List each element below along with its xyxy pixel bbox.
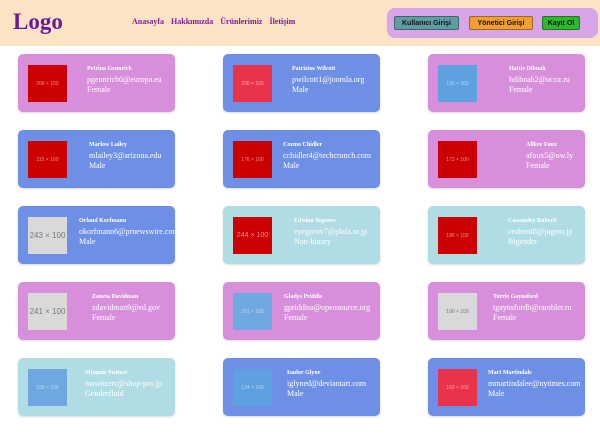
user-email: pwilcott1@joomla.org: [292, 75, 365, 84]
user-card: 206 × 100 Petrina Gennrich pgennrich0@eu…: [18, 54, 175, 112]
user-thumbnail: 190 × 100: [438, 293, 477, 330]
user-card: 169 × 100 Mart Martindale mmartindalee@n…: [428, 358, 585, 416]
user-card: 115 × 100 Marlow Lailey mlailey3@arizona…: [18, 130, 175, 188]
user-thumbnail: 176 × 100: [233, 141, 272, 178]
user-email: zdavidman9@ed.gov: [92, 303, 161, 312]
nav-iletisim[interactable]: İletişim: [269, 17, 295, 26]
user-email: mlailey3@arizona.edu: [89, 151, 162, 160]
user-card: 243 × 100 Orland Korfmann okorfmann6@prn…: [18, 206, 179, 264]
user-gender: Genderfluid: [85, 389, 124, 398]
user-name: Isador Glyne: [287, 370, 321, 376]
user-gender: Male: [292, 85, 309, 94]
user-card: 186 × 100 Cassandry Ruberti cruberti8@ju…: [428, 206, 585, 264]
user-name: Cassandry Ruberti: [508, 218, 557, 224]
admin-login-button[interactable]: Yönetici Girişi: [469, 16, 533, 30]
user-gender: Female: [87, 85, 111, 94]
user-gender: Bigender: [508, 237, 538, 246]
nav-hakkimizda[interactable]: Hakkımızda: [171, 17, 213, 26]
user-gender: Female: [284, 313, 308, 322]
user-gender: Female: [92, 313, 116, 322]
user-email: gpriddisa@opensource.org: [284, 303, 371, 312]
user-thumbnail: 244 × 100: [233, 217, 272, 254]
user-gender: Male: [488, 389, 505, 398]
user-name: Gladys Priddis: [284, 294, 323, 300]
user-card: 201 × 100 Gladys Priddis gpriddisa@opens…: [223, 282, 380, 340]
user-gender: Male: [79, 237, 96, 246]
user-card: 241 × 100 Zaneta Davidman zdavidman9@ed.…: [18, 282, 175, 340]
user-thumbnail: 156 × 100: [438, 65, 477, 102]
user-thumbnail: 206 × 100: [233, 65, 272, 102]
user-card: 206 × 100 Patrizius Wilcott pwilcott1@jo…: [223, 54, 380, 112]
user-card: 244 × 100 Edwina Yegorov eyegorov7@plala…: [223, 206, 380, 264]
user-name: Orland Korfmann: [79, 218, 127, 224]
user-name: Cozmo Chidler: [283, 142, 323, 148]
user-email: afoux5@ow.ly: [526, 151, 574, 160]
user-gender: Male: [283, 161, 300, 170]
user-email: mswitzerc@shop-pro.jp: [85, 379, 162, 388]
user-gender: Non-binary: [294, 237, 331, 246]
user-card: 185 × 100 Minnnie Switzer mswitzerc@shop…: [18, 358, 175, 416]
user-gender: Male: [287, 389, 304, 398]
user-email: pgennrich0@europa.eu: [87, 75, 162, 84]
site-header: Logo Anasayfa Hakkımızda Ürünlerimiz İle…: [0, 0, 600, 46]
user-email: eyegorov7@plala.or.jp: [294, 227, 368, 236]
user-thumbnail: 243 × 100: [28, 217, 67, 254]
user-thumbnail: 185 × 100: [28, 369, 67, 406]
user-thumbnail: 173 × 100: [438, 141, 477, 178]
user-gender: Male: [89, 161, 106, 170]
user-email: cruberti8@jugem.jp: [508, 227, 573, 236]
user-gender: Female: [526, 161, 550, 170]
user-gender: Female: [493, 313, 517, 322]
main-nav: Anasayfa Hakkımızda Ürünlerimiz İletişim: [132, 17, 295, 26]
nav-anasayfa[interactable]: Anasayfa: [132, 17, 164, 26]
user-name: Petrina Gennrich: [87, 66, 132, 72]
user-name: Marlow Lailey: [89, 142, 127, 148]
user-name: Mart Martindale: [488, 370, 532, 376]
user-name: Allkee Foux: [526, 142, 557, 148]
user-email: cchidler4@techcrunch.com: [283, 151, 371, 160]
user-email: iglyned@deviantart.com: [287, 379, 367, 388]
user-thumbnail: 241 × 100: [28, 293, 67, 330]
user-card: 124 × 100 Isador Glyne iglyned@deviantar…: [223, 358, 380, 416]
user-email: mmartindalee@nytimes.com: [488, 379, 581, 388]
user-gender: Female: [509, 85, 533, 94]
user-name: Minnnie Switzer: [85, 370, 128, 376]
user-thumbnail: 206 × 100: [28, 65, 67, 102]
nav-urunlerimiz[interactable]: Ürünlerimiz: [220, 17, 262, 26]
register-button[interactable]: Kayıt Ol: [542, 16, 580, 30]
user-card: 173 × 100 Allkee Foux afoux5@ow.ly Femal…: [428, 130, 585, 188]
user-name: Torrie Gaynsford: [493, 294, 538, 300]
user-thumbnail: 186 × 100: [438, 217, 477, 254]
user-card: 190 × 100 Torrie Gaynsford tgaynsfordb@r…: [428, 282, 585, 340]
user-thumbnail: 115 × 100: [28, 141, 67, 178]
user-name: Patrizius Wilcott: [292, 66, 336, 72]
user-card: 156 × 100 Hattie Dibnah hdibnah2@ucoz.ru…: [428, 54, 585, 112]
user-login-button[interactable]: Kullanıcı Girişi: [394, 16, 459, 30]
user-email: tgaynsfordb@rambler.ru: [493, 303, 572, 312]
user-thumbnail: 201 × 100: [233, 293, 272, 330]
user-thumbnail: 124 × 100: [233, 369, 272, 406]
user-name: Hattie Dibnah: [509, 66, 546, 72]
user-card: 176 × 100 Cozmo Chidler cchidler4@techcr…: [223, 130, 380, 188]
user-thumbnail: 169 × 100: [438, 369, 477, 406]
user-name: Edwina Yegorov: [294, 218, 336, 224]
user-email: okorfmann6@prnewswire.com: [79, 227, 179, 236]
user-email: hdibnah2@ucoz.ru: [509, 75, 570, 84]
auth-panel: Kullanıcı Girişi Yönetici Girişi Kayıt O…: [387, 8, 598, 38]
logo[interactable]: Logo: [13, 9, 63, 35]
user-name: Zaneta Davidman: [92, 294, 139, 300]
